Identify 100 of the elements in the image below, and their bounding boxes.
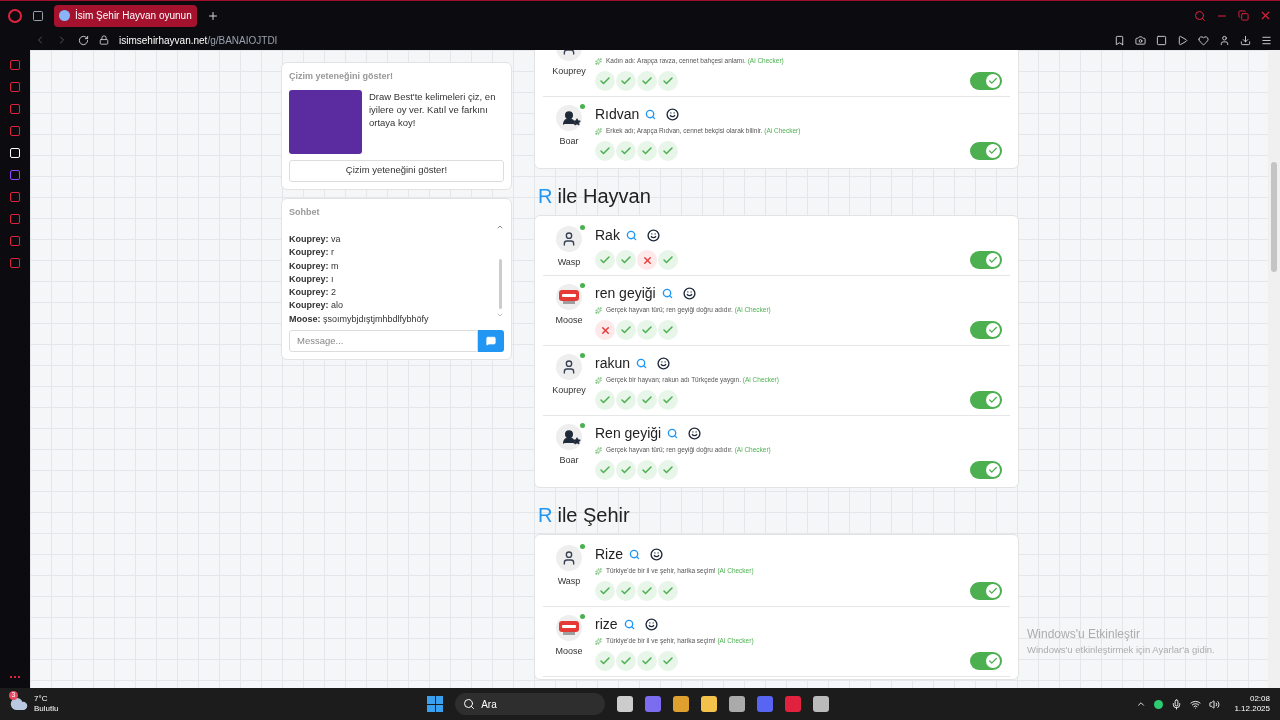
section-title: ile Şehir xyxy=(557,503,630,528)
approve-toggle[interactable] xyxy=(970,251,1002,269)
chat-message: Kouprey: va xyxy=(289,233,342,246)
check-icon xyxy=(988,76,998,86)
promo-button[interactable]: Çizim yeteneğini göster! xyxy=(289,159,504,182)
answer-text: Rıdvan xyxy=(595,104,640,124)
search-icon[interactable] xyxy=(661,287,673,299)
close-icon[interactable] xyxy=(1259,9,1272,22)
extension-icon[interactable] xyxy=(1156,34,1167,46)
search-icon[interactable] xyxy=(1194,9,1206,22)
smiley-icon[interactable] xyxy=(682,286,696,300)
promo-title: Çizim yeteneğini göster! xyxy=(289,70,395,83)
search-icon[interactable] xyxy=(623,618,635,630)
heart-icon[interactable] xyxy=(1198,34,1209,46)
bookmark-icon[interactable] xyxy=(1114,34,1125,46)
smiley-icon[interactable] xyxy=(646,228,660,242)
chat-message: Moose: şsoımybjdıştjmhbdlfybhöfy xyxy=(289,312,430,326)
promo-text: Draw Best'te kelimeleri çiz, en iyilere oy ver. Katıl ve farkını ortaya koy! xyxy=(369,89,497,130)
site-favicon xyxy=(59,10,70,21)
browser-logo-icon[interactable] xyxy=(8,8,22,23)
smiley-icon[interactable] xyxy=(650,547,663,561)
taskbar-app-icon[interactable] xyxy=(701,696,718,712)
search-icon[interactable] xyxy=(667,427,679,439)
chat-title: Sohbet xyxy=(289,205,321,219)
answer-text: Rak xyxy=(595,225,620,245)
taskbar-search[interactable]: Ara xyxy=(455,693,606,715)
profile-icon[interactable] xyxy=(1219,34,1230,46)
reload-icon[interactable] xyxy=(78,34,89,46)
player-name: Moose xyxy=(555,645,583,658)
volume-icon[interactable] xyxy=(1209,698,1221,710)
start-icon[interactable] xyxy=(427,696,444,712)
player-name: Boar xyxy=(559,135,579,148)
answer-text: Rize xyxy=(595,544,623,564)
activation-text: Windows'u etkinleştirmek için Ayarlar'a gidin. xyxy=(1027,643,1215,657)
check-icon xyxy=(988,255,998,265)
smiley-icon[interactable] xyxy=(644,617,658,631)
sparkle-icon xyxy=(595,57,602,65)
tray-status-icon[interactable] xyxy=(1154,699,1164,709)
restore-icon[interactable] xyxy=(1238,10,1249,21)
address-bar[interactable]: isimsehirhayvan.net/g/BANAIOJTDI xyxy=(119,32,278,48)
clock-time[interactable]: 02:08 xyxy=(1249,694,1270,704)
microphone-icon[interactable] xyxy=(1171,698,1183,710)
approve-toggle[interactable] xyxy=(970,391,1002,409)
section-letter: R xyxy=(538,184,553,209)
smiley-icon[interactable] xyxy=(666,107,680,121)
chat-bubble-icon xyxy=(486,336,496,347)
weather-icon[interactable] xyxy=(10,695,28,713)
approve-toggle[interactable] xyxy=(970,461,1002,479)
tray-chevron-icon[interactable] xyxy=(1136,699,1147,709)
lock-icon xyxy=(99,35,109,45)
approve-toggle[interactable] xyxy=(970,72,1002,90)
scrollbar-thumb[interactable] xyxy=(498,259,502,309)
clock-date[interactable]: 1.12.2025 xyxy=(1234,704,1270,714)
search-icon[interactable] xyxy=(629,548,640,560)
temperature-text: 7°C xyxy=(34,694,49,704)
answer-text: ren geyiği xyxy=(595,283,656,303)
approve-toggle[interactable] xyxy=(970,652,1002,670)
page-scrollbar-thumb[interactable] xyxy=(1271,162,1277,272)
browser-tab[interactable]: İsim Şehir Hayvan oyunun xyxy=(54,4,197,27)
new-tab-icon[interactable] xyxy=(206,9,219,22)
camera-icon[interactable] xyxy=(1135,34,1146,46)
taskbar-app-icon[interactable] xyxy=(673,696,690,712)
weather-text: Bulutlu xyxy=(34,704,59,714)
smiley-icon[interactable] xyxy=(688,426,702,440)
player-name: Moose xyxy=(555,314,583,327)
section-letter: R xyxy=(538,503,553,528)
search-icon[interactable] xyxy=(636,357,648,369)
sparkle-icon xyxy=(595,637,602,645)
check-icon xyxy=(988,586,998,596)
section-title: ile Hayvan xyxy=(557,184,651,209)
taskbar-app-icon[interactable] xyxy=(617,696,634,712)
tabs-icon[interactable] xyxy=(32,9,44,22)
answer-text: rize xyxy=(595,614,618,634)
search-icon xyxy=(463,698,476,710)
check-icon xyxy=(988,465,998,475)
scroll-up-icon[interactable] xyxy=(496,223,504,231)
search-icon[interactable] xyxy=(625,229,637,241)
player-name: Wasp xyxy=(557,256,581,269)
approve-toggle[interactable] xyxy=(970,321,1002,339)
message-input[interactable]: Message... xyxy=(289,330,478,353)
check-icon xyxy=(988,656,998,666)
menu-icon[interactable] xyxy=(1261,34,1272,46)
sparkle-icon xyxy=(595,127,602,135)
player-name: Kouprey xyxy=(552,65,586,78)
check-icon xyxy=(988,146,998,156)
chat-message: Kouprey: alo xyxy=(289,299,345,313)
check-icon xyxy=(988,395,998,405)
send-button[interactable] xyxy=(478,330,504,353)
approve-toggle[interactable] xyxy=(970,142,1002,160)
taskbar-app-icon[interactable] xyxy=(729,696,746,712)
network-icon[interactable] xyxy=(1190,698,1202,710)
smiley-icon[interactable] xyxy=(657,356,671,370)
download-icon[interactable] xyxy=(1240,34,1251,46)
check-icon xyxy=(988,325,998,335)
search-icon[interactable] xyxy=(645,108,657,120)
approve-toggle[interactable] xyxy=(970,582,1002,600)
play-icon[interactable] xyxy=(1177,34,1188,46)
taskbar-app-icon[interactable] xyxy=(813,696,830,712)
sparkle-icon xyxy=(595,567,602,575)
stop-sign-icon xyxy=(559,621,579,635)
